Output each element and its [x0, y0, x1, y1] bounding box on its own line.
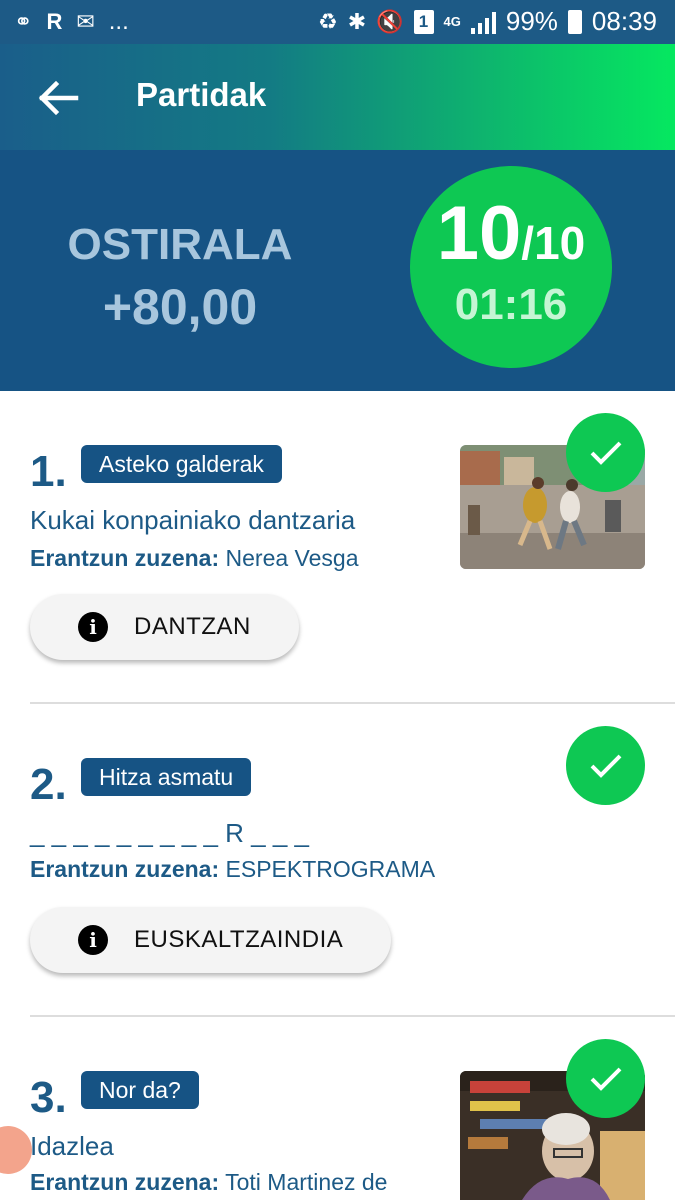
- check-icon: [590, 441, 622, 465]
- question-number: 2.: [30, 760, 67, 809]
- score-text: 10/10: [410, 190, 612, 277]
- info-icon: i: [78, 612, 108, 642]
- status-bar: ⚭ R ✉ ... ♻ ✱ 🔇 1 4G 99% 08:39: [0, 0, 675, 44]
- answer-value: Toti Martinez de: [225, 1169, 388, 1195]
- mute-icon: 🔇: [376, 8, 404, 34]
- battery-icon: [567, 9, 582, 34]
- question-text: Idazlea: [30, 1131, 114, 1161]
- cast-icon: ⚭: [14, 9, 33, 34]
- info-button-label: DANTZAN: [134, 613, 251, 640]
- correct-count: 10: [436, 191, 522, 276]
- correct-answer: Erantzun zuzena: ESPEKTROGRAMA: [30, 856, 435, 883]
- mail-icon: ✉: [76, 9, 95, 34]
- more-notifications: ...: [108, 8, 129, 35]
- signal-icon: [470, 10, 496, 34]
- check-icon: [590, 754, 622, 778]
- answer-label: Erantzun zuzena:: [30, 856, 220, 882]
- answer-label: Erantzun zuzena:: [30, 545, 220, 571]
- sim-icon: 1: [413, 9, 434, 34]
- points-value: +80,00: [102, 279, 258, 335]
- app-bar: Partidak: [0, 44, 675, 150]
- answer-value: Nerea Vesga: [225, 545, 359, 571]
- page-title: Partidak: [136, 76, 267, 113]
- info-button[interactable]: i EUSKALTZAINDIA: [30, 907, 392, 973]
- correct-check-badge: [566, 413, 645, 492]
- app-r-icon: R: [46, 9, 63, 34]
- battery-saver-icon: ♻: [317, 8, 338, 34]
- question-item: 1. Asteko galderak Kukai konpainiako dan…: [0, 391, 675, 703]
- check-icon: [590, 1067, 622, 1091]
- category-badge: Hitza asmatu: [81, 758, 252, 796]
- battery-percent: 99%: [505, 6, 558, 36]
- network-type: 4G: [443, 14, 461, 29]
- score-panel: OSTIRALA +80,00 10/10 01:16: [0, 150, 675, 391]
- correct-check-badge: [566, 1039, 645, 1118]
- question-text: _ _ _ _ _ _ _ _ _ R _ _ _: [30, 818, 309, 848]
- correct-check-badge: [566, 726, 645, 805]
- category-badge: Asteko galderak: [81, 445, 282, 483]
- info-button[interactable]: i DANTZAN: [30, 594, 299, 660]
- correct-answer: Erantzun zuzena: Nerea Vesga: [30, 545, 359, 572]
- question-text: Kukai konpainiako dantzaria: [30, 505, 356, 535]
- question-number: 3.: [30, 1073, 67, 1122]
- back-button[interactable]: [30, 70, 90, 126]
- correct-answer: Erantzun zuzena: Toti Martinez de: [30, 1169, 387, 1196]
- question-number: 1.: [30, 447, 67, 496]
- total-count: /10: [521, 217, 586, 269]
- bluetooth-icon: ✱: [347, 8, 367, 34]
- category-badge: Nor da?: [81, 1071, 199, 1109]
- question-item: 2. Hitza asmatu _ _ _ _ _ _ _ _ _ R _ _ …: [0, 704, 675, 1016]
- question-item: 3. Nor da? Idazlea Erantzun zuzena: Toti…: [0, 1017, 675, 1200]
- answer-label: Erantzun zuzena:: [30, 1169, 220, 1195]
- day-label: OSTIRALA: [67, 220, 293, 269]
- back-arrow-icon: [38, 80, 79, 116]
- score-badge: 10/10 01:16: [410, 166, 612, 368]
- clock: 08:39: [591, 6, 657, 36]
- info-button-label: EUSKALTZAINDIA: [134, 926, 344, 953]
- elapsed-time: 01:16: [454, 280, 568, 329]
- answer-value: ESPEKTROGRAMA: [225, 856, 436, 882]
- info-icon: i: [78, 925, 108, 955]
